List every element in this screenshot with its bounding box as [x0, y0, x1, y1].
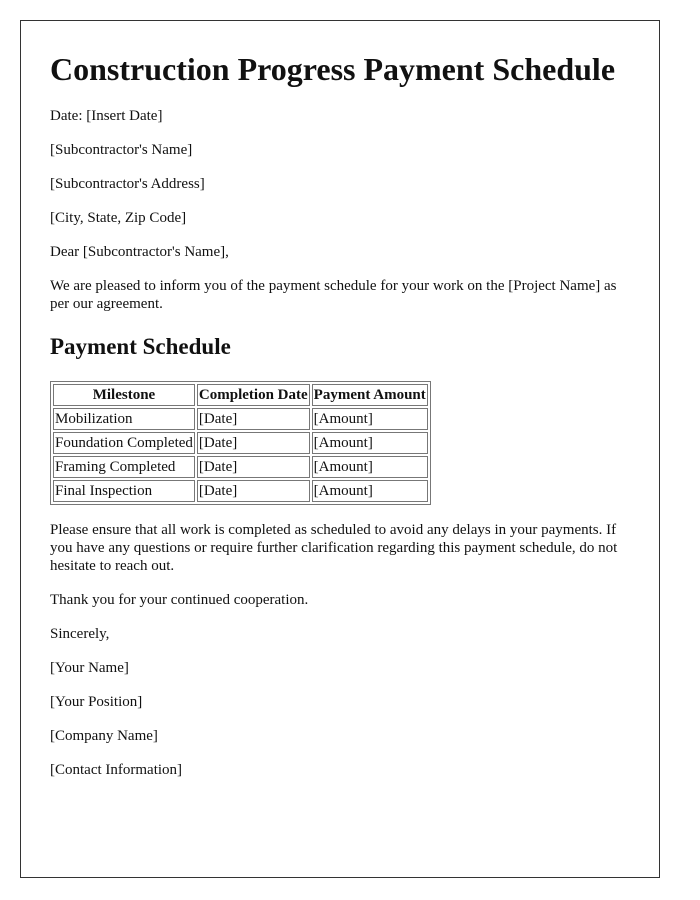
milestone-cell: Foundation Completed [53, 432, 195, 454]
amount-cell: [Amount] [311, 456, 428, 478]
header-milestone: Milestone [53, 384, 195, 406]
recipient-address: [Subcontractor's Address] [50, 176, 205, 192]
thanks-line: Thank you for your continued cooperation… [50, 592, 309, 608]
section-title: Payment Schedule [50, 334, 231, 359]
date-cell: [Date] [196, 432, 310, 454]
recipient-name: [Subcontractor's Name] [50, 142, 193, 158]
milestone-cell: Framing Completed [53, 456, 195, 478]
header-completion-date: Completion Date [196, 384, 310, 406]
page-title: Construction Progress Payment Schedule [50, 51, 616, 87]
date-cell: [Date] [196, 480, 310, 502]
signature-contact: [Contact Information] [50, 762, 183, 778]
amount-cell: [Amount] [311, 480, 428, 502]
letter-page: Construction Progress Payment Schedule D… [20, 20, 660, 878]
date-cell: [Date] [196, 456, 310, 478]
intro-paragraph: We are pleased to inform you of the paym… [50, 278, 617, 312]
signature-name: [Your Name] [50, 660, 129, 676]
signature-company: [Company Name] [50, 728, 158, 744]
table-row: Framing Completed [Date] [Amount] [53, 456, 428, 478]
milestone-cell: Mobilization [53, 408, 195, 430]
body-paragraph: Please ensure that all work is completed… [50, 522, 618, 574]
closing-line: Sincerely, [50, 626, 110, 642]
milestone-cell: Final Inspection [53, 480, 195, 502]
table-header-row: Milestone Completion Date Payment Amount [53, 384, 428, 406]
salutation: Dear [Subcontractor's Name], [50, 244, 229, 260]
table-row: Final Inspection [Date] [Amount] [53, 480, 428, 502]
date-line: Date: [Insert Date] [50, 108, 163, 124]
header-payment-amount: Payment Amount [311, 384, 428, 406]
signature-position: [Your Position] [50, 694, 143, 710]
payment-schedule-table: Milestone Completion Date Payment Amount… [50, 381, 431, 505]
date-cell: [Date] [196, 408, 310, 430]
table-row: Mobilization [Date] [Amount] [53, 408, 428, 430]
recipient-city: [City, State, Zip Code] [50, 210, 187, 226]
table-row: Foundation Completed [Date] [Amount] [53, 432, 428, 454]
amount-cell: [Amount] [311, 408, 428, 430]
amount-cell: [Amount] [311, 432, 428, 454]
